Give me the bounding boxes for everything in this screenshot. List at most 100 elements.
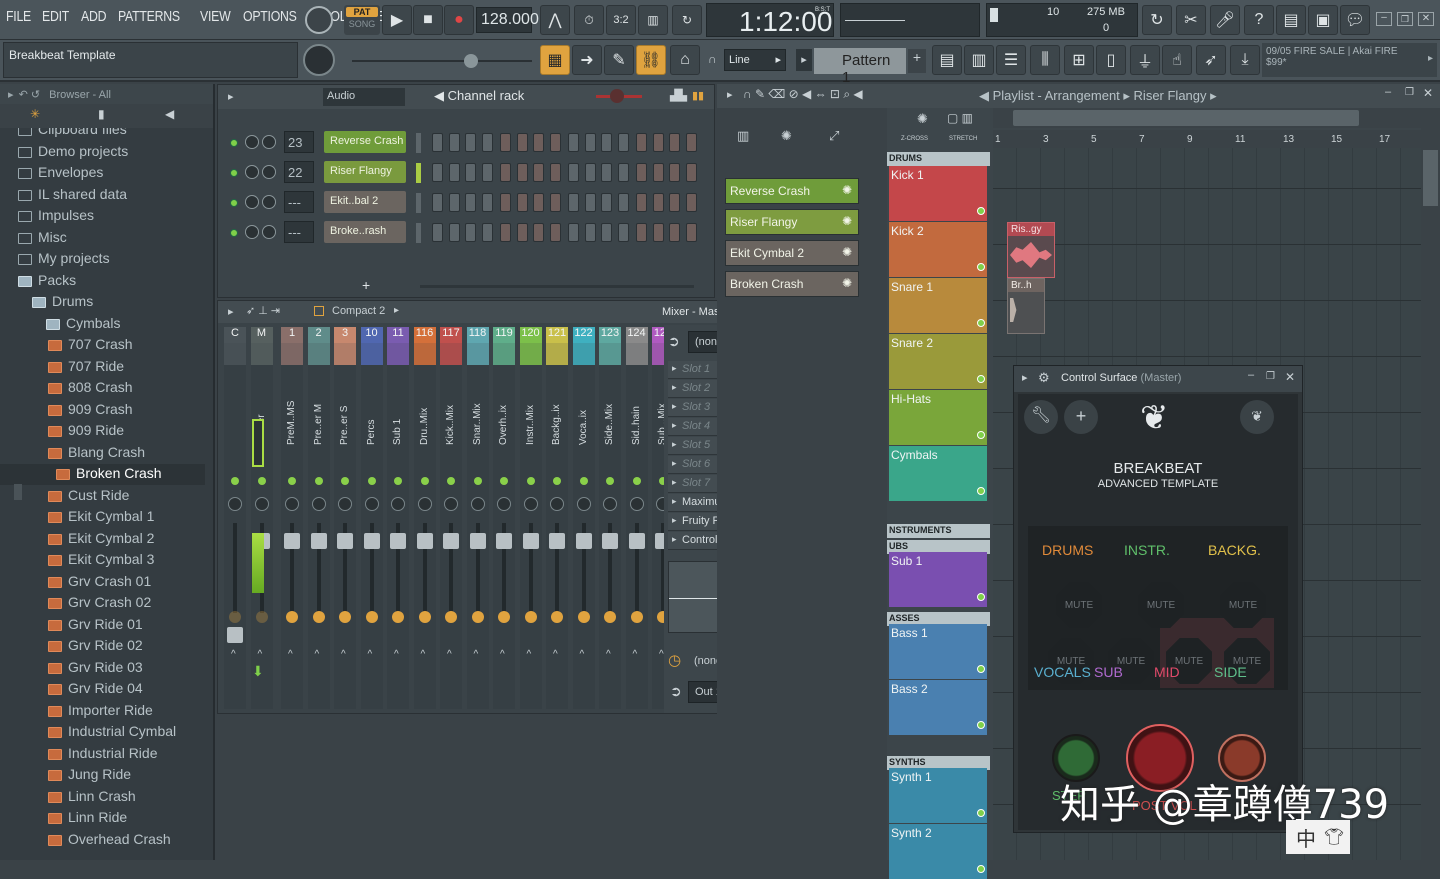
tempo-tap-button[interactable]: ➶ bbox=[1196, 45, 1226, 75]
mixer-strip[interactable]: 3 Pre..er S ^ bbox=[334, 327, 356, 709]
mixer-pan-knob[interactable] bbox=[254, 497, 269, 511]
mixer-pan-knob[interactable] bbox=[311, 497, 326, 511]
browser-folder[interactable]: Clipboard files bbox=[0, 128, 205, 141]
mixer-strip-led[interactable] bbox=[231, 477, 239, 485]
mixer-fader[interactable] bbox=[522, 533, 539, 549]
playlist-track-header[interactable]: Synth 1 bbox=[889, 768, 987, 823]
mixer-send-icon[interactable] bbox=[418, 611, 431, 623]
playlist-track-header[interactable]: Hi-Hats bbox=[889, 390, 987, 445]
snap-selector[interactable]: Line ▸ bbox=[724, 49, 786, 71]
mixer-pan-knob[interactable] bbox=[228, 497, 242, 511]
channel-rack-scrollbar[interactable] bbox=[420, 285, 694, 288]
menu-options[interactable]: OPTIONS bbox=[243, 8, 297, 25]
browser-title[interactable]: Browser - All bbox=[49, 89, 111, 101]
channel-button[interactable]: Broke..rash bbox=[324, 221, 406, 243]
step-button[interactable] bbox=[601, 193, 612, 212]
step-button[interactable] bbox=[568, 193, 579, 212]
mixer-button[interactable]: ⫼ bbox=[1030, 45, 1060, 75]
mixer-fader[interactable] bbox=[496, 533, 512, 549]
stretch-label[interactable]: STRETCH bbox=[949, 136, 977, 142]
maximize-button[interactable]: ❐ bbox=[1397, 12, 1413, 26]
step-button[interactable] bbox=[481, 193, 493, 212]
pattern-clip[interactable]: Ekit Cymbal 2 ✺ bbox=[725, 240, 859, 266]
wait-button[interactable]: ⏱ bbox=[574, 5, 604, 35]
mixer-strip-led[interactable] bbox=[579, 477, 588, 485]
mixer-send-icon[interactable] bbox=[255, 611, 268, 623]
mixer-fader[interactable] bbox=[363, 533, 380, 549]
track-led[interactable] bbox=[977, 487, 985, 495]
step-button[interactable] bbox=[601, 163, 612, 182]
mixer-strip-led[interactable] bbox=[632, 477, 641, 485]
step-button[interactable] bbox=[481, 223, 493, 242]
browser-file[interactable]: Cust Ride bbox=[0, 486, 205, 507]
step-button[interactable] bbox=[516, 133, 528, 152]
step-button[interactable] bbox=[685, 223, 697, 242]
step-button[interactable] bbox=[617, 133, 629, 152]
ime-indicator[interactable]: 中 👕︎ bbox=[1286, 820, 1350, 854]
step-button[interactable] bbox=[617, 163, 629, 182]
track-led[interactable] bbox=[977, 665, 985, 673]
step-button[interactable] bbox=[500, 133, 511, 152]
step-button[interactable] bbox=[500, 163, 511, 182]
playlist-track-header[interactable]: Sub 1 bbox=[889, 552, 987, 607]
mixer-strip[interactable]: 123 Side..Mix ^ bbox=[599, 327, 621, 709]
step-button[interactable] bbox=[617, 193, 629, 212]
browser-folder[interactable]: Impulses bbox=[0, 206, 205, 227]
track-led[interactable] bbox=[977, 721, 985, 729]
step-button[interactable] bbox=[669, 223, 680, 242]
step-button[interactable] bbox=[481, 133, 493, 152]
audio-clip-broken-crash[interactable]: Br..h bbox=[1007, 278, 1045, 334]
mixer-strip-led[interactable] bbox=[288, 477, 296, 485]
mixer-fader[interactable] bbox=[628, 533, 645, 549]
pattern-clip[interactable]: Riser Flangy ✺ bbox=[725, 209, 859, 235]
mixer-send-icon[interactable] bbox=[286, 611, 298, 623]
mixer-strip[interactable]: 124 Sid..hain ^ bbox=[625, 327, 648, 709]
step-button[interactable] bbox=[533, 193, 544, 212]
browser-folder[interactable]: Envelopes bbox=[0, 163, 205, 184]
metronome-pad-button[interactable]: ⌂ bbox=[670, 45, 700, 75]
track-led[interactable] bbox=[977, 207, 985, 215]
step-button[interactable] bbox=[448, 223, 460, 242]
track-led[interactable] bbox=[977, 375, 985, 383]
step-button[interactable] bbox=[568, 133, 579, 152]
channel-select-bar[interactable] bbox=[416, 133, 421, 153]
playlist-track-header[interactable]: Bass 1 bbox=[889, 624, 987, 679]
mixer-pan-knob[interactable] bbox=[338, 497, 352, 511]
master-pitch-knob[interactable] bbox=[303, 44, 335, 76]
mixer-fader[interactable] bbox=[227, 627, 243, 643]
channel-route-number[interactable]: 22 bbox=[284, 161, 314, 183]
timeline-scrollbar[interactable] bbox=[993, 108, 1421, 128]
pattern-clip[interactable]: Broken Crash ✺ bbox=[725, 271, 859, 297]
playlist-track-header[interactable]: Snare 1 bbox=[889, 278, 987, 333]
slider-thumb[interactable] bbox=[464, 54, 478, 68]
step-button[interactable] bbox=[500, 193, 511, 212]
maximize-icon[interactable]: ❐ bbox=[1266, 371, 1275, 382]
mixer-strip[interactable]: 10 Percs ^ bbox=[360, 327, 383, 709]
step-button[interactable] bbox=[568, 163, 579, 182]
steps-icon[interactable]: ▮▮ bbox=[692, 89, 704, 102]
mixer-pan-knob[interactable] bbox=[417, 497, 432, 511]
browser-pack[interactable]: Packs bbox=[0, 271, 205, 292]
cut-button[interactable]: ✂ bbox=[1176, 5, 1206, 35]
playlist-tools-icon[interactable]: ∩ ✎ ⌫ ⊘ ◀ ⇔ ⊡ ⌕ ◀ bbox=[743, 87, 863, 102]
channel-button[interactable]: Ekit..bal 2 bbox=[324, 191, 406, 213]
mixer-strip[interactable]: 117 Kick..Mix ^ bbox=[440, 327, 462, 709]
mixer-send-icon[interactable] bbox=[229, 611, 241, 623]
help-button[interactable]: ? bbox=[1244, 5, 1274, 35]
track-group-header[interactable]: NSTRUMENTS bbox=[887, 524, 990, 538]
mixer-fader[interactable] bbox=[602, 533, 618, 549]
speaker-icon[interactable]: ◀ bbox=[165, 107, 174, 121]
add-pattern-button[interactable]: + bbox=[908, 49, 926, 73]
step-edit-button[interactable]: ▥ bbox=[638, 5, 668, 35]
step-button[interactable] bbox=[516, 193, 528, 212]
chevron-right-icon[interactable]: ▸ bbox=[727, 88, 733, 101]
zcross-label[interactable]: Z-CROSS bbox=[901, 136, 928, 142]
mixer-strip-led[interactable] bbox=[473, 477, 482, 485]
close-icon[interactable]: ✕ bbox=[1423, 86, 1433, 100]
browser-file[interactable]: Industrial Cymbal bbox=[0, 722, 205, 743]
browser-pack[interactable]: Drums bbox=[0, 292, 205, 313]
channel-button[interactable]: Riser Flangy bbox=[324, 161, 406, 183]
step-button[interactable] bbox=[549, 133, 561, 152]
channel-route-number[interactable]: --- bbox=[284, 191, 314, 213]
chevron-right-icon[interactable]: ▸ bbox=[228, 305, 234, 318]
